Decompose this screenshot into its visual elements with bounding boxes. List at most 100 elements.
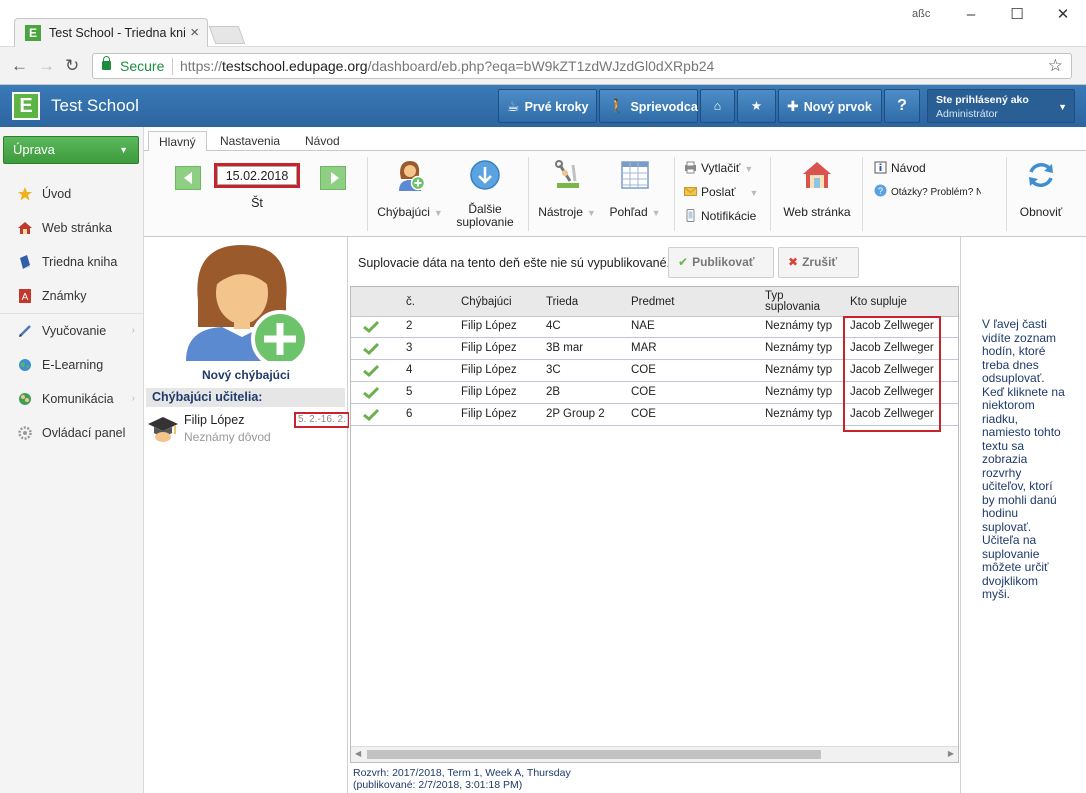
new-absent-avatar[interactable] xyxy=(182,241,312,368)
ribbon-separator xyxy=(528,157,529,231)
new-absent-link[interactable]: Nový chýbajúci xyxy=(144,368,348,382)
back-icon[interactable]: ← xyxy=(11,56,28,76)
table-row[interactable]: 5 Filip López 2B COE Neznámy typ Jacob Z… xyxy=(351,382,958,404)
help-button[interactable]: ? xyxy=(884,89,920,123)
notifications-button[interactable]: Notifikácie xyxy=(684,209,756,223)
sidebar-item-communication[interactable]: Komunikácia › xyxy=(0,382,143,416)
cell-number: 2 xyxy=(406,320,413,332)
pen-icon xyxy=(19,325,31,337)
cell-subject: COE xyxy=(631,364,656,376)
sidebar-item-teaching[interactable]: Vyučovanie › xyxy=(0,314,143,348)
forward-icon[interactable]: → xyxy=(38,56,55,76)
cell-number: 6 xyxy=(406,408,413,420)
col-absent[interactable]: Chýbajúci xyxy=(461,287,512,317)
sidebar-item-web[interactable]: Web stránka xyxy=(0,211,143,245)
absent-teacher-item[interactable]: Filip López Neznámy dôvod 5. 2.-16. 2. xyxy=(148,411,350,447)
tab-guide[interactable]: Návod xyxy=(295,131,350,152)
sidebar-item-control-panel[interactable]: Ovládací panel xyxy=(0,416,143,450)
table-row[interactable]: 4 Filip López 3C COE Neznámy typ Jacob Z… xyxy=(351,360,958,382)
tools-label: Nástroje xyxy=(538,205,583,219)
minimize-icon[interactable]: – xyxy=(948,4,994,28)
publish-button[interactable]: ✔ Publikovať xyxy=(668,247,774,278)
horizontal-scrollbar[interactable]: ◀ ▶ xyxy=(351,746,958,762)
table-row[interactable]: 3 Filip López 3B mar MAR Neznámy typ Jac… xyxy=(351,338,958,360)
tab-settings[interactable]: Nastavenia xyxy=(210,131,290,152)
new-item-button[interactable]: ✚ Nový prvok xyxy=(778,89,882,123)
sidebar-item-label: Triedna kniha xyxy=(42,255,118,269)
sidebar-item-label: Úvod xyxy=(42,187,72,201)
address-bar: ← → ↻ Secure https://testschool.edupage.… xyxy=(0,47,1086,85)
website-label: Web stránka xyxy=(783,205,851,219)
reload-icon[interactable]: ↻ xyxy=(65,56,79,76)
col-type[interactable]: Typ suplovania xyxy=(765,287,820,317)
female-avatar-add-icon xyxy=(186,245,309,368)
home-button[interactable]: ⌂ xyxy=(700,89,735,123)
plus-icon: ✚ xyxy=(787,98,799,114)
next-day-button[interactable] xyxy=(320,166,346,190)
table-row[interactable]: 2 Filip López 4C NAE Neznámy typ Jacob Z… xyxy=(351,316,958,338)
view-button[interactable]: Pohľad ▼ xyxy=(604,159,666,220)
cell-number: 3 xyxy=(406,342,413,354)
absent-teacher-button[interactable]: Chýbajúci ▼ xyxy=(376,159,444,220)
new-tab-button[interactable] xyxy=(208,26,246,44)
svg-text:?: ? xyxy=(878,186,883,196)
first-steps-button[interactable]: ☕ Prvé kroky xyxy=(498,89,597,123)
tab-main[interactable]: Hlavný xyxy=(148,131,207,152)
scrollbar-thumb[interactable] xyxy=(367,750,821,759)
tools-button[interactable]: Nástroje ▼ xyxy=(536,159,598,220)
col-class[interactable]: Trieda xyxy=(546,287,578,317)
col-subject[interactable]: Predmet xyxy=(631,287,674,317)
browser-profile-label[interactable]: aßc xyxy=(912,8,930,20)
chevron-right-icon: › xyxy=(131,393,135,404)
cancel-button[interactable]: ✖ Zrušiť xyxy=(778,247,859,278)
cell-absent: Filip López xyxy=(461,320,517,332)
absent-teacher-reason: Neznámy dôvod xyxy=(184,430,271,444)
date-input[interactable] xyxy=(217,166,297,185)
scroll-left-icon[interactable]: ◀ xyxy=(355,749,361,758)
favorites-button[interactable]: ★ xyxy=(737,89,776,123)
edupage-logo-icon[interactable]: E xyxy=(12,92,40,120)
sidebar-item-label: Známky xyxy=(42,289,87,303)
guide-link[interactable]: Návod xyxy=(874,161,926,175)
mode-dropdown-button[interactable]: Úprava ▼ xyxy=(3,136,139,164)
table-row[interactable]: 6 Filip López 2P Group 2 COE Neznámy typ… xyxy=(351,404,958,426)
lock-icon xyxy=(102,56,111,70)
sidebar-item-label: Ovládací panel xyxy=(42,426,126,440)
send-button[interactable]: Poslať ▼ xyxy=(684,185,758,199)
tab-close-icon[interactable]: × xyxy=(190,24,199,41)
cell-who: Jacob Zellweger xyxy=(850,342,934,354)
dropdown-arrow-icon: ▼ xyxy=(749,188,759,198)
guide-label: Sprievodca xyxy=(630,100,698,114)
sidebar-item-grades[interactable]: A Známky xyxy=(0,279,143,313)
sidebar-item-elearning[interactable]: E-Learning xyxy=(0,348,143,382)
sidebar-item-uvod[interactable]: Úvod xyxy=(0,177,143,211)
previous-day-button[interactable] xyxy=(175,166,201,190)
next-substitution-button[interactable]: Ďalšie suplovanie xyxy=(450,159,520,229)
url-separator xyxy=(172,58,173,75)
col-who[interactable]: Kto supluje xyxy=(850,287,907,317)
info-book-icon xyxy=(874,161,887,174)
window-close-icon[interactable]: ✕ xyxy=(1040,4,1086,28)
cell-class: 4C xyxy=(546,320,561,332)
refresh-button[interactable]: Obnoviť xyxy=(1010,159,1072,219)
date-field-highlight xyxy=(214,163,300,188)
absent-teachers-panel: Nový chýbajúci Chýbajúci učitelia: Filip… xyxy=(144,237,350,793)
school-title[interactable]: Test School xyxy=(51,96,139,116)
walking-person-icon: 🚶 xyxy=(608,98,626,114)
maximize-icon[interactable]: ☐ xyxy=(994,4,1040,28)
website-button[interactable]: Web stránka xyxy=(778,159,856,219)
guide-button[interactable]: 🚶 Sprievodca xyxy=(599,89,698,123)
user-menu[interactable]: Ste prihlásený ako Administrátor ▼ xyxy=(927,89,1075,123)
url-omnibox[interactable]: Secure https://testschool.edupage.org/da… xyxy=(92,53,1072,79)
browser-tab[interactable]: E Test School - Triedna kni × xyxy=(14,18,208,47)
scroll-right-icon[interactable]: ▶ xyxy=(948,749,954,758)
col-number[interactable]: č. xyxy=(406,287,415,317)
star-icon xyxy=(18,187,32,201)
bookmark-star-icon[interactable]: ☆ xyxy=(1048,56,1063,76)
print-button[interactable]: Vytlačiť ▼ xyxy=(684,161,753,175)
house-icon xyxy=(803,162,831,188)
question-circle-icon: ? xyxy=(874,184,887,197)
questions-link[interactable]: ? Otázky? Problém? N xyxy=(874,184,981,198)
url-text[interactable]: https://testschool.edupage.org/dashboard… xyxy=(180,58,714,74)
sidebar-item-classbook[interactable]: Triedna kniha xyxy=(0,245,143,279)
